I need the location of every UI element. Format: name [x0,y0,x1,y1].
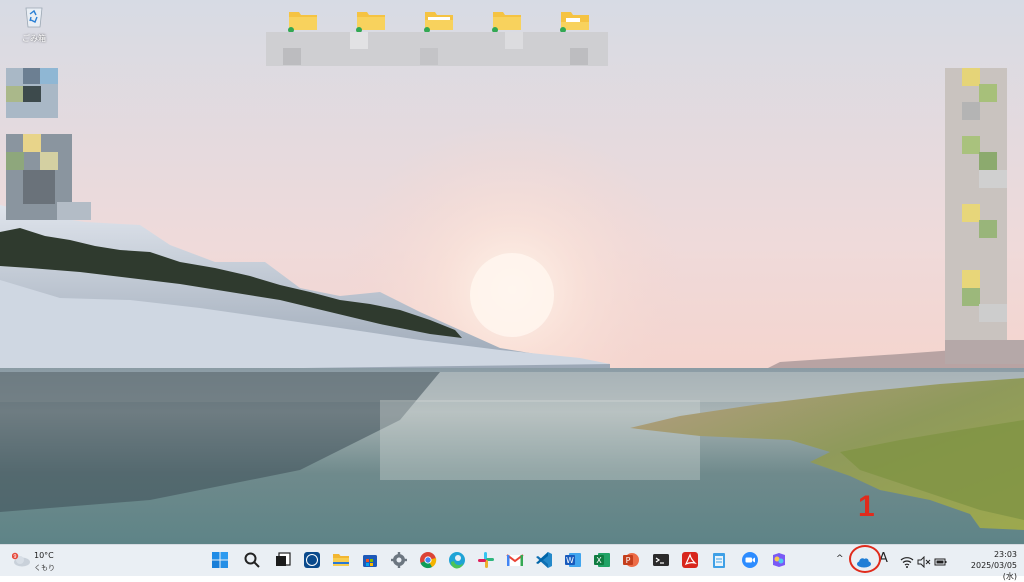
folder-icon[interactable] [492,8,522,32]
pixelated-block [420,48,438,65]
pixelated-block [979,84,997,102]
search-icon [244,552,260,568]
copilot-icon [773,553,785,567]
svg-text:P: P [626,556,631,565]
acrobat-icon [682,552,698,568]
pixelated-block [23,68,41,84]
pixelated-block [23,170,55,204]
settings-button[interactable] [388,549,410,571]
pixelated-block [283,48,301,65]
start-button[interactable] [209,549,231,571]
edge-button[interactable] [446,549,468,571]
zoom-icon [742,552,758,568]
clock-date: 2025/03/05 (水) [970,561,1017,581]
pixelated-block [57,202,91,220]
folder-icon[interactable] [424,8,454,32]
recycle-bin-shortcut[interactable]: ごみ箱 [18,4,50,44]
weather-widget[interactable]: 9 10°C くもり [8,548,68,574]
recycle-bin-icon [25,7,43,28]
word-icon: W [565,553,581,567]
svg-text:X: X [596,556,602,565]
folder-icon[interactable] [288,8,318,32]
file-explorer-button[interactable] [330,549,352,571]
pixelated-block [570,48,588,65]
onedrive-cloud-icon [857,558,871,568]
folder-icon[interactable] [560,8,590,32]
gmail-button[interactable] [504,549,526,571]
excel-icon: X [594,553,610,567]
pixelated-block [962,204,980,222]
network-tray-button[interactable] [900,553,914,572]
vscode-icon [536,552,552,568]
gmail-icon [506,554,524,566]
slack-icon [478,552,494,568]
notepad-button[interactable] [708,549,730,571]
battery-tray-button[interactable] [934,553,948,572]
weather-condition: くもり [34,564,55,572]
acrobat-button[interactable] [679,549,701,571]
pixelated-block [979,170,1007,188]
excel-button[interactable]: X [591,549,613,571]
dell-icon [304,552,320,568]
dell-app-button[interactable] [301,549,323,571]
pixelated-block [40,68,58,84]
pixelated-block [6,86,24,102]
powerpoint-icon: P [623,553,639,567]
vscode-button[interactable] [533,549,555,571]
chrome-icon [420,552,437,569]
cloudy-weather-icon: 9 [12,552,30,567]
pixelated-block [6,152,24,170]
pixelated-block [23,134,41,152]
clock[interactable]: 23:03 2025/03/05 (水) [955,549,1017,582]
terminal-icon [653,554,669,566]
file-explorer-icon [333,554,349,566]
ime-indicator[interactable]: A [879,551,888,566]
pixelated-block [945,340,1024,364]
pixelated-block [979,304,1007,322]
volume-tray-button[interactable] [917,553,931,572]
pixelated-block [350,32,368,49]
windows-start-icon [212,552,228,568]
onedrive-tray-button[interactable] [856,553,872,572]
desktop: ごみ箱 [0,0,1024,544]
pixelated-block [505,32,523,49]
chrome-button[interactable] [417,549,439,571]
taskbar: 9 10°C くもり W X P ^ A 23:03 2025/03/05 (水… [0,544,1024,581]
copilot-button[interactable] [768,549,790,571]
zoom-button[interactable] [739,549,761,571]
folder-icon[interactable] [356,8,386,32]
edge-icon [449,552,465,569]
word-button[interactable]: W [562,549,584,571]
annotation-step-number: 1 [858,490,875,523]
pixelated-block [962,136,980,154]
speaker-muted-icon [917,555,931,569]
microsoft-store-button[interactable] [359,549,381,571]
notepad-icon [713,553,725,568]
recycle-bin-label: ごみ箱 [22,34,46,43]
svg-text:W: W [566,556,574,565]
pixelated-block [962,270,980,288]
store-icon [363,555,377,567]
clock-time: 23:03 [993,550,1017,559]
task-view-button[interactable] [272,549,294,571]
wallpaper [0,0,1024,544]
pixelated-block [962,68,980,86]
pixelated-block [979,152,997,170]
battery-icon [934,558,947,566]
show-hidden-icons-chevron[interactable]: ^ [836,554,844,564]
terminal-button[interactable] [650,549,672,571]
pixelated-block [962,288,980,306]
wifi-icon [900,557,914,568]
gear-icon [391,552,407,568]
task-view-icon [276,552,291,566]
pixelated-block [979,220,997,238]
search-button[interactable] [241,549,263,571]
pixelated-block [23,86,41,102]
powerpoint-button[interactable]: P [620,549,642,571]
weather-temperature: 10°C [34,551,54,560]
pixelated-block [962,102,980,120]
weather-badge: 9 [13,554,16,560]
slack-button[interactable] [475,549,497,571]
pixelated-block [40,152,58,170]
